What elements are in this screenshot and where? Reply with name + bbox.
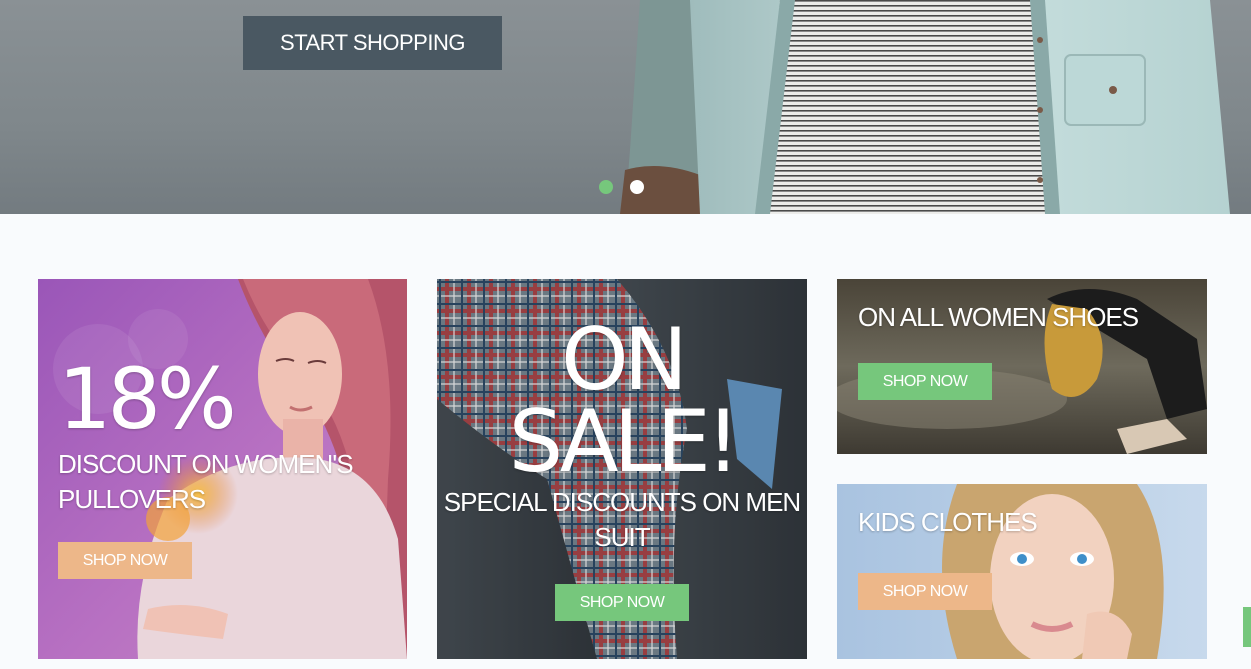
promo-headline: KIDS CLOTHES <box>858 507 1038 537</box>
discount-percent: 18% <box>58 350 237 448</box>
promo-women-shoes[interactable]: ON ALL WOMEN SHOES SHOP NOW <box>837 279 1207 454</box>
on-sale-line-1: ON <box>560 310 688 410</box>
shop-now-button[interactable]: SHOP NOW <box>58 542 192 579</box>
promo-headline: SPECIAL DISCOUNTS ON MEN SUIT <box>443 487 801 552</box>
carousel-dot-1[interactable] <box>599 180 613 194</box>
promo-men-suit[interactable]: ON SALE! SPECIAL DISCOUNTS ON MEN SUIT S… <box>437 279 807 659</box>
carousel-dot-2[interactable] <box>630 180 644 194</box>
promo-headline: ON ALL WOMEN SHOES <box>858 302 1139 332</box>
promo-headline: DISCOUNT ON WOMEN'S PULLOVERS <box>58 449 354 514</box>
shop-now-button[interactable]: SHOP NOW <box>555 584 689 621</box>
carousel-indicators <box>599 180 644 194</box>
hero-banner: START SHOPPING <box>0 0 1251 214</box>
start-shopping-button[interactable]: START SHOPPING <box>243 16 502 70</box>
promo-women-pullovers[interactable]: 18% DISCOUNT ON WOMEN'S PULLOVERS SHOP N… <box>38 279 407 659</box>
side-feedback-tab[interactable] <box>1243 607 1251 647</box>
on-sale-line-2: SALE! <box>508 392 741 492</box>
shop-now-button[interactable]: SHOP NOW <box>858 363 992 400</box>
promo-kids-clothes[interactable]: KIDS CLOTHES SHOP NOW <box>837 484 1207 659</box>
shop-now-button[interactable]: SHOP NOW <box>858 573 992 610</box>
